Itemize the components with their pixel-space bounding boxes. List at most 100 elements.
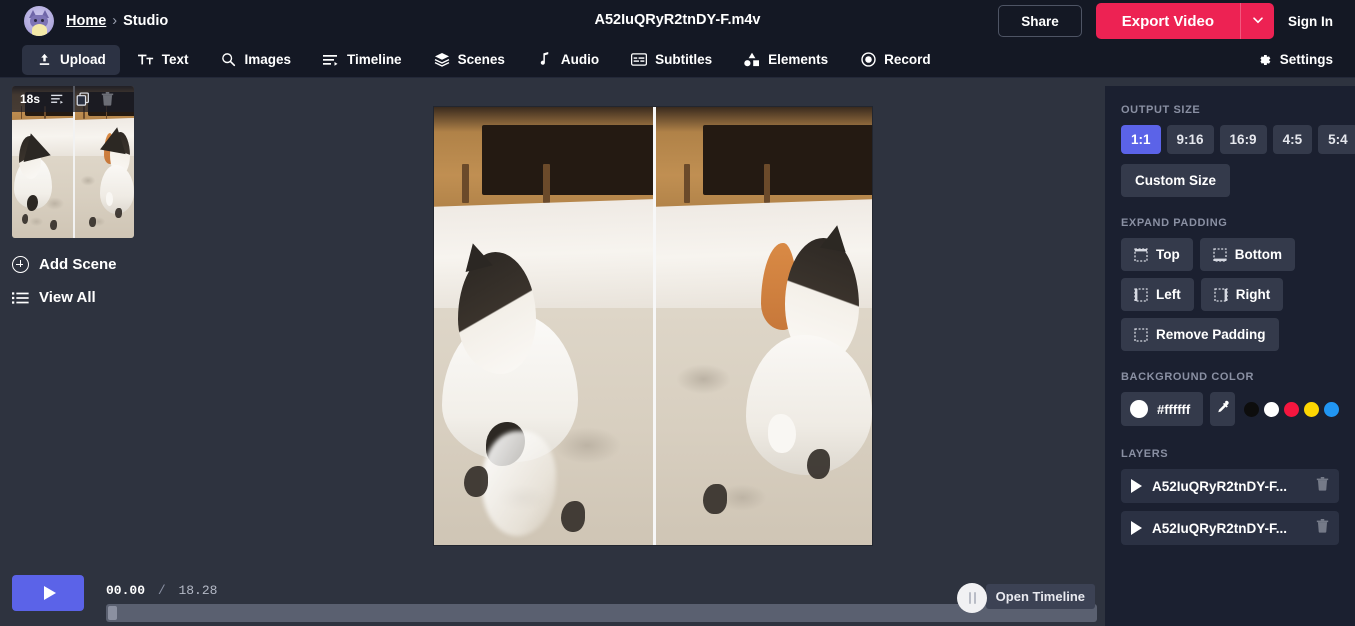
ratio-button-5-4[interactable]: 5:4 — [1318, 125, 1355, 154]
drag-handle-icon — [973, 592, 976, 604]
tab-timeline-label: Timeline — [347, 52, 402, 67]
tab-subtitles[interactable]: Subtitles — [617, 45, 726, 75]
share-button[interactable]: Share — [998, 5, 1082, 37]
player-bar: 00.00 / 18.28 Open Timeline — [0, 566, 1105, 626]
scene-actions: Add Scene View All — [12, 256, 200, 306]
main-toolbar: Upload Text Images Timeline Scenes Audio… — [0, 42, 1355, 78]
export-options-dropdown[interactable] — [1240, 3, 1274, 39]
eyedropper-button[interactable] — [1210, 392, 1235, 426]
padding-right-button[interactable]: Right — [1200, 278, 1284, 311]
tab-record[interactable]: Record — [846, 45, 945, 75]
tab-subtitles-label: Subtitles — [655, 52, 713, 67]
background-color-hex-value: #ffffff — [1157, 401, 1191, 417]
view-all-button[interactable]: View All — [12, 289, 200, 306]
scene-thumbnail-card[interactable]: 18s — [12, 86, 134, 238]
scene-toolbar: 18s — [12, 86, 134, 112]
swatch-blue[interactable] — [1324, 401, 1339, 417]
tab-upload[interactable]: Upload — [22, 44, 120, 75]
tab-text[interactable]: Text — [124, 45, 203, 75]
ratio-button-9-16[interactable]: 9:16 — [1166, 125, 1214, 154]
remove-padding-label: Remove Padding — [1156, 327, 1266, 342]
swatch-yellow[interactable] — [1304, 401, 1319, 417]
export-button-group: Export Video — [1095, 3, 1274, 39]
cat-avatar-icon — [24, 6, 54, 36]
scene-timeline-icon[interactable] — [50, 92, 65, 107]
layer-row[interactable]: A52IuQRyR2tnDY-F... — [1121, 469, 1339, 503]
remove-padding-button[interactable]: Remove Padding — [1121, 318, 1279, 351]
subtitles-icon — [631, 52, 648, 68]
text-icon — [137, 52, 154, 68]
tab-upload-label: Upload — [60, 52, 106, 67]
padding-right-label: Right — [1235, 287, 1271, 302]
tab-images[interactable]: Images — [207, 45, 306, 75]
scene-delete-icon[interactable] — [100, 92, 115, 107]
add-scene-label: Add Scene — [39, 256, 117, 273]
export-video-button[interactable]: Export Video — [1095, 3, 1240, 39]
scene-duplicate-icon[interactable] — [75, 92, 90, 107]
padding-bottom-button[interactable]: Bottom — [1199, 238, 1295, 271]
ratio-button-16-9[interactable]: 16:9 — [1219, 125, 1267, 154]
trash-icon[interactable] — [1316, 476, 1329, 496]
timeline-drag-handle[interactable] — [957, 583, 987, 613]
current-time: 00.00 — [106, 583, 146, 598]
tab-elements[interactable]: Elements — [730, 45, 842, 75]
play-icon[interactable] — [1131, 521, 1142, 535]
video-preview-canvas[interactable] — [433, 107, 872, 545]
record-icon — [860, 52, 876, 68]
settings-label: Settings — [1279, 52, 1333, 67]
sign-in-button[interactable]: Sign In — [1288, 14, 1333, 29]
breadcrumb: Home › Studio — [66, 13, 168, 29]
padding-left-label: Left — [1156, 287, 1181, 302]
swatch-black[interactable] — [1244, 401, 1259, 417]
pad-bottom-icon — [1213, 247, 1227, 262]
layers-icon — [434, 52, 450, 68]
video-preview-left-half — [433, 107, 653, 545]
timeline-icon — [323, 52, 339, 68]
settings-button[interactable]: Settings — [1256, 52, 1333, 68]
time-separator: / — [157, 583, 166, 598]
tab-timeline[interactable]: Timeline — [309, 45, 416, 75]
padding-top-button[interactable]: Top — [1121, 238, 1193, 271]
shapes-icon — [744, 52, 760, 68]
swatch-white[interactable] — [1264, 401, 1279, 417]
padding-top-label: Top — [1156, 247, 1180, 262]
ratio-button-1-1[interactable]: 1:1 — [1121, 125, 1161, 154]
swatch-red[interactable] — [1284, 401, 1299, 417]
tab-audio[interactable]: Audio — [523, 45, 613, 75]
playback-scrubber[interactable] — [106, 604, 1097, 622]
padding-row-3: Remove Padding — [1121, 318, 1339, 351]
tab-scenes[interactable]: Scenes — [420, 45, 519, 75]
pad-remove-icon — [1134, 327, 1148, 342]
pad-left-icon — [1134, 287, 1148, 302]
top-header-bar: Home › Studio A52IuQRyR2tnDY-F.m4v Share… — [0, 0, 1355, 42]
video-preview-right-half — [652, 107, 872, 545]
chevron-down-icon — [1252, 14, 1264, 29]
toolbar-items: Upload Text Images Timeline Scenes Audio… — [22, 44, 945, 75]
breadcrumb-separator: › — [112, 13, 118, 29]
scene-duration-label: 18s — [20, 92, 41, 106]
current-color-swatch — [1130, 400, 1148, 418]
play-icon[interactable] — [1131, 479, 1142, 493]
list-icon — [12, 291, 29, 305]
video-preview-stage — [200, 86, 1105, 566]
tab-text-label: Text — [161, 52, 189, 67]
layers-label: Layers — [1121, 448, 1169, 460]
breadcrumb-home-link[interactable]: Home — [66, 13, 106, 29]
custom-size-button[interactable]: Custom Size — [1121, 164, 1231, 197]
add-scene-button[interactable]: Add Scene — [12, 256, 200, 273]
avatar[interactable] — [24, 6, 54, 36]
layer-row[interactable]: A52IuQRyR2tnDY-F... — [1121, 511, 1339, 545]
total-time: 18.28 — [178, 583, 218, 598]
open-timeline-button[interactable]: Open Timeline — [985, 584, 1095, 609]
play-button[interactable] — [12, 575, 84, 611]
search-icon — [221, 52, 237, 68]
trash-icon[interactable] — [1316, 518, 1329, 538]
background-color-hex-field[interactable]: #ffffff — [1121, 392, 1204, 426]
padding-left-button[interactable]: Left — [1121, 278, 1194, 311]
ratio-button-4-5[interactable]: 4:5 — [1272, 125, 1313, 154]
color-swatches — [1244, 401, 1339, 417]
music-note-icon — [537, 52, 553, 68]
background-color-row: #ffffff — [1121, 392, 1339, 426]
gear-icon — [1256, 52, 1272, 68]
scrubber-handle[interactable] — [108, 606, 117, 620]
